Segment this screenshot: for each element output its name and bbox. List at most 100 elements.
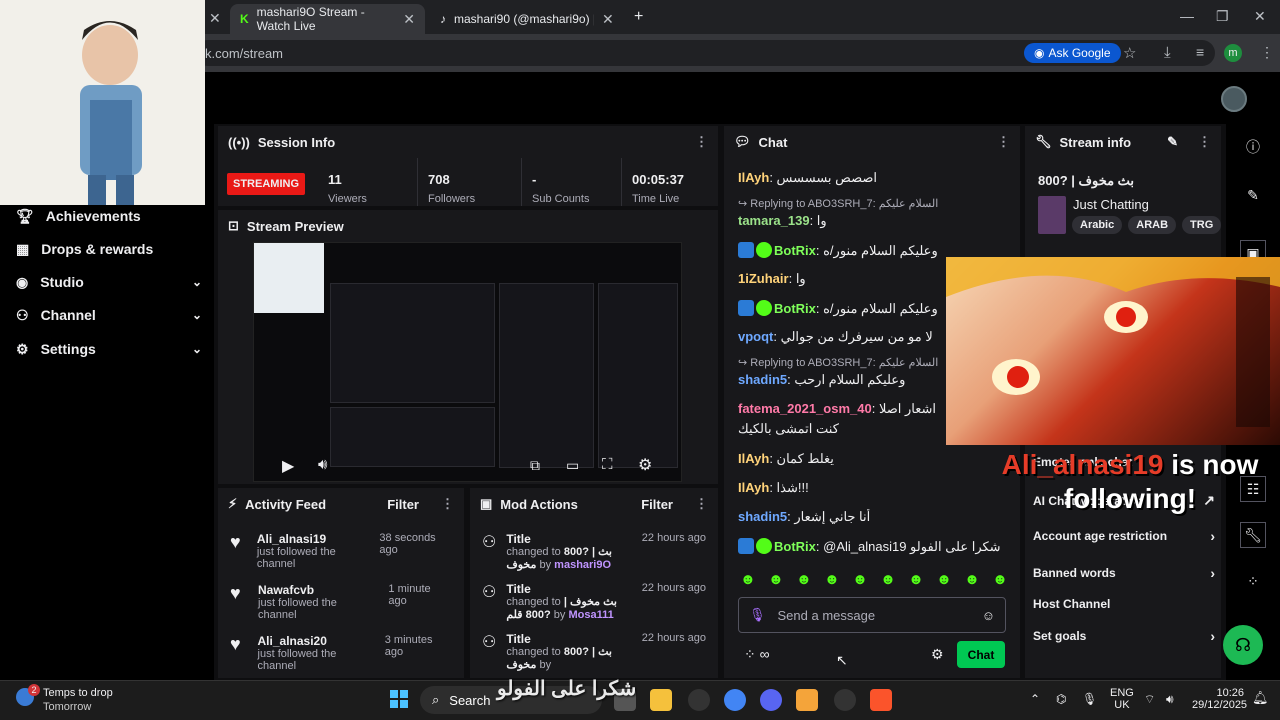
mod-user[interactable]: Mosa111	[568, 609, 613, 621]
sidebar-item-channel[interactable]: ⚇ Channel ⌄	[16, 305, 202, 325]
sidebar-item-drops[interactable]: ▦ Drops & rewards	[16, 239, 202, 259]
filter-button[interactable]: Filter	[387, 497, 419, 512]
maximize-icon[interactable]: ❐	[1216, 8, 1229, 25]
follower-name[interactable]: Ali_alnasi19	[257, 532, 370, 546]
stream-video[interactable]	[253, 242, 682, 482]
tab-tiktok[interactable]: ♪ mashari90 (@mashari9o) | TikTo ✕	[430, 4, 630, 34]
chat-username[interactable]: vpoqt	[738, 329, 773, 344]
tab-stream[interactable]: K mashari9O Stream - Watch Live ✕	[230, 4, 425, 34]
discord-icon[interactable]	[760, 689, 782, 711]
bookmark-star-icon[interactable]: ☆	[1123, 44, 1136, 62]
chat-username[interactable]: 1iZuhair	[738, 271, 789, 286]
emote-icon[interactable]: ☻	[880, 571, 896, 588]
account-age-restriction[interactable]: Account age restriction ›	[1033, 528, 1215, 544]
microphone-icon[interactable]: 🎙︎	[749, 607, 766, 623]
send-chat-button[interactable]: Chat	[957, 641, 1005, 668]
chat-settings-icon[interactable]: ⚙	[931, 646, 944, 663]
emote-icon[interactable]: ☻	[936, 571, 952, 588]
tag[interactable]: Arabic	[1072, 216, 1123, 234]
app-icon[interactable]	[796, 689, 818, 711]
language-indicator[interactable]: ENG UK	[1110, 687, 1134, 711]
points-icon[interactable]: ⁘ ∞	[744, 646, 770, 663]
browser-menu-icon[interactable]: ⋮	[1260, 44, 1274, 61]
user-avatar[interactable]	[1221, 86, 1247, 112]
sidebar-item-achievements[interactable]: 🏆︎ Achievements	[16, 206, 202, 226]
obs-icon[interactable]	[834, 689, 856, 711]
chat-username[interactable]: tamara_139	[738, 213, 810, 228]
support-headset-icon[interactable]: ☊	[1223, 625, 1263, 665]
chrome-icon[interactable]	[724, 689, 746, 711]
download-icon[interactable]: ⤓	[1164, 44, 1171, 61]
chat-username[interactable]: IlAyh	[738, 170, 769, 185]
emote-icon[interactable]: ☻	[740, 571, 756, 588]
chat-username[interactable]: BotRix	[774, 243, 816, 258]
ask-google-button[interactable]: ◉ Ask Google	[1024, 43, 1121, 63]
chat-username[interactable]: shadin5	[738, 509, 787, 524]
banned-words[interactable]: Banned words ›	[1033, 565, 1215, 581]
emoji-picker-icon[interactable]: ☺	[982, 608, 995, 623]
media-control-icon[interactable]: ≡	[1196, 44, 1204, 60]
category-thumbnail[interactable]	[1038, 196, 1066, 234]
fullscreen-icon[interactable]: ⛶	[602, 456, 613, 473]
sidebar-item-settings[interactable]: ⚙ Settings ⌄	[16, 339, 202, 359]
set-goals[interactable]: Set goals ›	[1033, 628, 1215, 644]
microphone-icon[interactable]: 🎙︎	[1082, 692, 1097, 706]
more-menu-icon[interactable]: ⋮	[695, 134, 708, 150]
follower-name[interactable]: Nawafcvb	[258, 583, 378, 597]
clock[interactable]: 10:26 29/12/2025	[1192, 687, 1247, 711]
pip-icon[interactable]: ⧉	[530, 457, 540, 474]
emote-icon[interactable]: ☻	[796, 571, 812, 588]
emote-icon[interactable]: ☻	[768, 571, 784, 588]
app-icon[interactable]	[688, 689, 710, 711]
volume-icon[interactable]: 🔊︎	[318, 456, 327, 473]
close-window-icon[interactable]: ✕	[1254, 8, 1266, 25]
tag[interactable]: ARAB	[1128, 216, 1177, 234]
sidebar-item-studio[interactable]: ◉ Studio ⌄	[16, 272, 202, 292]
category-name[interactable]: Just Chatting	[1073, 197, 1149, 212]
host-channel[interactable]: Host Channel	[1033, 597, 1215, 611]
emote-icon[interactable]: ☻	[992, 571, 1008, 588]
play-icon[interactable]: ▶	[282, 456, 294, 476]
emote-icon[interactable]: ☻	[964, 571, 980, 588]
more-menu-icon[interactable]: ⋮	[1198, 134, 1211, 150]
mod-user[interactable]: mashari9O	[554, 559, 611, 571]
windows-start-icon[interactable]	[390, 690, 408, 708]
edit-pencil-icon[interactable]: ✎	[1167, 134, 1178, 150]
chat-username[interactable]: BotRix	[774, 301, 816, 316]
file-explorer-icon[interactable]	[650, 689, 672, 711]
new-tab-icon[interactable]: +	[634, 8, 643, 26]
chat-username[interactable]: fatema_2021_osm_40	[738, 401, 872, 416]
more-menu-icon[interactable]: ⋮	[441, 496, 454, 512]
chevron-up-icon[interactable]: ⌃	[1030, 692, 1040, 706]
emote-icon[interactable]: ☻	[908, 571, 924, 588]
nodes-icon[interactable]: ⁘	[1240, 568, 1266, 594]
follower-name[interactable]: Ali_alnasi20	[258, 634, 375, 648]
wifi-icon[interactable]: ⌔	[1144, 692, 1155, 707]
chat-username[interactable]: IlAyh	[738, 451, 769, 466]
speaker-icon[interactable]: 🔊︎	[1166, 692, 1174, 707]
notifications-bell-icon[interactable]: 🔔︎	[1252, 690, 1269, 706]
network-icon[interactable]: ⌬	[1056, 692, 1066, 706]
chat-username[interactable]: BotRix	[774, 539, 816, 554]
profile-avatar[interactable]: m	[1224, 44, 1242, 62]
chat-username[interactable]: shadin5	[738, 372, 787, 387]
emote-icon[interactable]: ☻	[824, 571, 840, 588]
more-menu-icon[interactable]: ⋮	[997, 134, 1010, 150]
close-tab-icon[interactable]: ✕	[209, 10, 221, 27]
chat-message-input[interactable]: 🎙︎ Send a message ☺	[738, 597, 1006, 633]
more-menu-icon[interactable]: ⋮	[695, 496, 708, 512]
filter-button[interactable]: Filter	[641, 497, 673, 512]
close-tab-icon[interactable]: ✕	[403, 11, 415, 28]
edit-icon[interactable]: ✎	[1240, 182, 1266, 208]
tag[interactable]: TRG	[1182, 216, 1222, 234]
settings-gear-icon[interactable]: ⚙	[638, 455, 652, 475]
theater-icon[interactable]: ▭	[566, 457, 579, 474]
info-icon[interactable]: ⓘ	[1240, 134, 1266, 160]
minimize-icon[interactable]: —	[1180, 8, 1194, 24]
close-tab-icon[interactable]: ✕	[602, 11, 614, 28]
tools-icon[interactable]: 🔧︎	[1240, 522, 1266, 548]
emote-icon[interactable]: ☻	[852, 571, 868, 588]
chat-username[interactable]: IlAyh	[738, 480, 769, 495]
brave-icon[interactable]	[870, 689, 892, 711]
profile-initial: m	[1228, 47, 1238, 59]
